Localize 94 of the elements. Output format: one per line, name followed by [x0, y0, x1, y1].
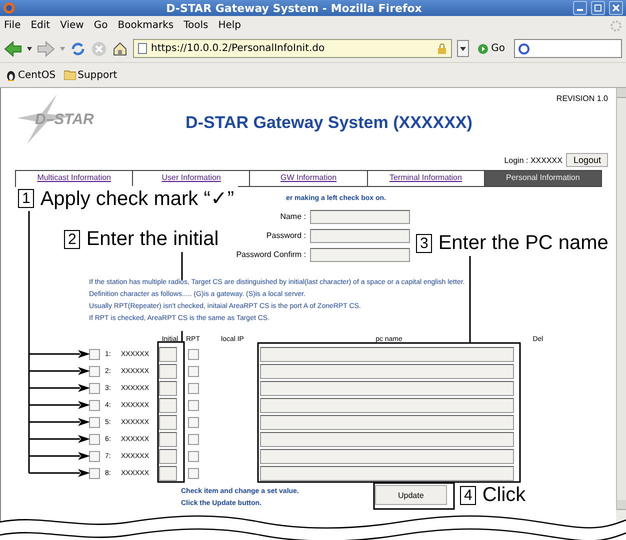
input-field[interactable] [310, 210, 410, 224]
caret-icon[interactable] [27, 46, 32, 50]
initial-field[interactable] [159, 347, 177, 362]
dropdown-button[interactable] [457, 40, 470, 57]
pc-name-field[interactable] [260, 466, 514, 481]
step-number: 1 [18, 189, 34, 208]
window-title: D-STAR Gateway System - Mozilla Firefox [165, 2, 423, 14]
home-icon[interactable] [112, 40, 128, 56]
menu-item[interactable]: Help [218, 20, 242, 31]
initial-field[interactable] [159, 432, 177, 447]
minimize-button[interactable] [573, 1, 587, 15]
logout-button[interactable]: Logout [566, 153, 608, 167]
folder-icon [64, 70, 76, 80]
arrow [29, 367, 90, 375]
bookmark-item[interactable]: Support [64, 70, 118, 80]
arrow [29, 452, 90, 460]
arrow [29, 418, 90, 426]
revision-label: REVISION 1.0 [556, 94, 608, 103]
page-title: D-STAR Gateway System (XXXXXX) [184, 112, 474, 133]
arrow [29, 384, 90, 392]
reload-icon[interactable] [70, 40, 86, 56]
login-label: Login : XXXXXX [504, 156, 562, 164]
checkbox[interactable] [89, 349, 100, 360]
field-label: Password : [265, 231, 306, 240]
arrow [29, 469, 90, 477]
pc-name-field[interactable] [260, 381, 514, 396]
checkbox[interactable] [89, 400, 100, 411]
step-number: 2 [64, 230, 80, 249]
update-button[interactable]: Update [374, 485, 447, 505]
forward-arrow-icon[interactable] [37, 40, 55, 56]
menu-item[interactable]: File [4, 20, 21, 31]
step-number: 4 [460, 486, 476, 505]
penguin-icon [6, 69, 16, 81]
rpt-checkbox[interactable] [188, 468, 198, 479]
rpt-checkbox[interactable] [188, 434, 198, 445]
throbber-icon [610, 20, 622, 32]
close-button[interactable] [609, 1, 623, 15]
pc-name-field[interactable] [260, 347, 514, 362]
input-field[interactable] [310, 248, 410, 262]
checkbox[interactable] [89, 468, 100, 479]
menu-item[interactable]: Edit [30, 20, 50, 31]
initial-field[interactable] [159, 381, 177, 396]
tab[interactable]: User Information [132, 171, 250, 186]
menu-item[interactable]: Bookmarks [118, 20, 174, 31]
pc-name-field[interactable] [260, 449, 514, 464]
input-field[interactable] [310, 228, 410, 242]
step-number: 3 [416, 234, 432, 253]
bookmark-item[interactable]: CentOS [6, 69, 56, 81]
initial-field[interactable] [159, 415, 177, 430]
lock-icon [437, 43, 448, 54]
caret-icon [460, 46, 466, 50]
field-label: Name : [279, 212, 306, 221]
tab[interactable]: Personal Information [484, 171, 602, 186]
browser-logo-icon [3, 2, 15, 14]
page-icon [138, 43, 147, 54]
menu-item[interactable]: Tools [184, 20, 208, 31]
menu-item[interactable]: Go [94, 20, 108, 31]
field-label: Password Confirm : [235, 250, 306, 259]
checkbox[interactable] [89, 451, 100, 462]
initial-field[interactable] [159, 398, 177, 413]
address-field[interactable]: https://10.0.0.2/PersonalInfoInit.do [133, 39, 452, 58]
scrollbar[interactable] [616, 88, 626, 510]
play-icon [478, 44, 488, 54]
pc-name-field[interactable] [260, 364, 514, 379]
callout-text: Apply check mark “✓” [40, 187, 234, 211]
callout-text: Enter the PC name [438, 232, 608, 255]
checkbox[interactable] [89, 366, 100, 377]
rpt-checkbox[interactable] [188, 451, 198, 462]
rpt-checkbox[interactable] [188, 366, 198, 377]
initial-field[interactable] [159, 364, 177, 379]
initial-field[interactable] [159, 449, 177, 464]
rpt-checkbox[interactable] [188, 400, 198, 411]
arrow [29, 435, 90, 443]
rpt-checkbox[interactable] [188, 383, 198, 394]
maximize-icon [594, 4, 602, 12]
callout-text: Click [482, 484, 526, 507]
checkbox[interactable] [89, 383, 100, 394]
search-field[interactable] [514, 39, 622, 58]
checkbox[interactable] [89, 417, 100, 428]
rpt-checkbox[interactable] [188, 417, 198, 428]
close-icon [612, 4, 620, 12]
rpt-checkbox[interactable] [188, 349, 198, 360]
pc-name-field[interactable] [260, 398, 514, 413]
callout-text: Enter the initial [86, 228, 219, 251]
pc-name-field[interactable] [260, 432, 514, 447]
initial-field[interactable] [159, 466, 177, 481]
maximize-button[interactable] [591, 1, 605, 15]
arrow [29, 401, 90, 409]
arrow [29, 350, 90, 358]
menu-item[interactable]: View [60, 20, 84, 31]
back-arrow-icon[interactable] [4, 40, 22, 56]
checkbox[interactable] [89, 434, 100, 445]
pc-name-field[interactable] [260, 415, 514, 430]
go-button[interactable]: Go [474, 43, 509, 54]
